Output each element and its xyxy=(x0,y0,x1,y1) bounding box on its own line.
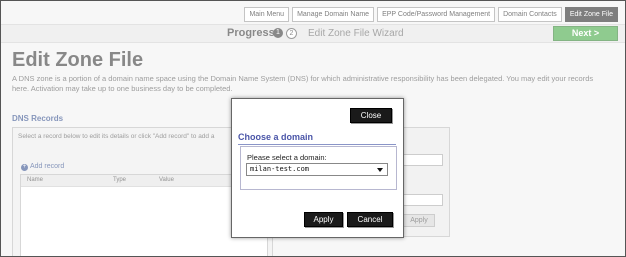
chevron-down-icon[interactable] xyxy=(377,168,383,172)
dialog-heading: Choose a domain xyxy=(238,132,314,142)
choose-domain-dialog: Close Choose a domain Please select a do… xyxy=(231,98,404,238)
apply-button[interactable]: Apply xyxy=(304,212,343,227)
browser-frame: Main Menu Manage Domain Name EPP Code/Pa… xyxy=(0,0,626,257)
domain-select-label: Please select a domain: xyxy=(247,153,327,162)
heading-divider xyxy=(238,144,396,145)
close-button[interactable]: Close xyxy=(350,108,392,123)
domain-select-value: milan-test.com xyxy=(250,165,310,173)
domain-select-group: Please select a domain: milan-test.com xyxy=(240,146,397,190)
cancel-button[interactable]: Cancel xyxy=(347,212,393,227)
domain-select[interactable]: milan-test.com xyxy=(246,163,388,176)
